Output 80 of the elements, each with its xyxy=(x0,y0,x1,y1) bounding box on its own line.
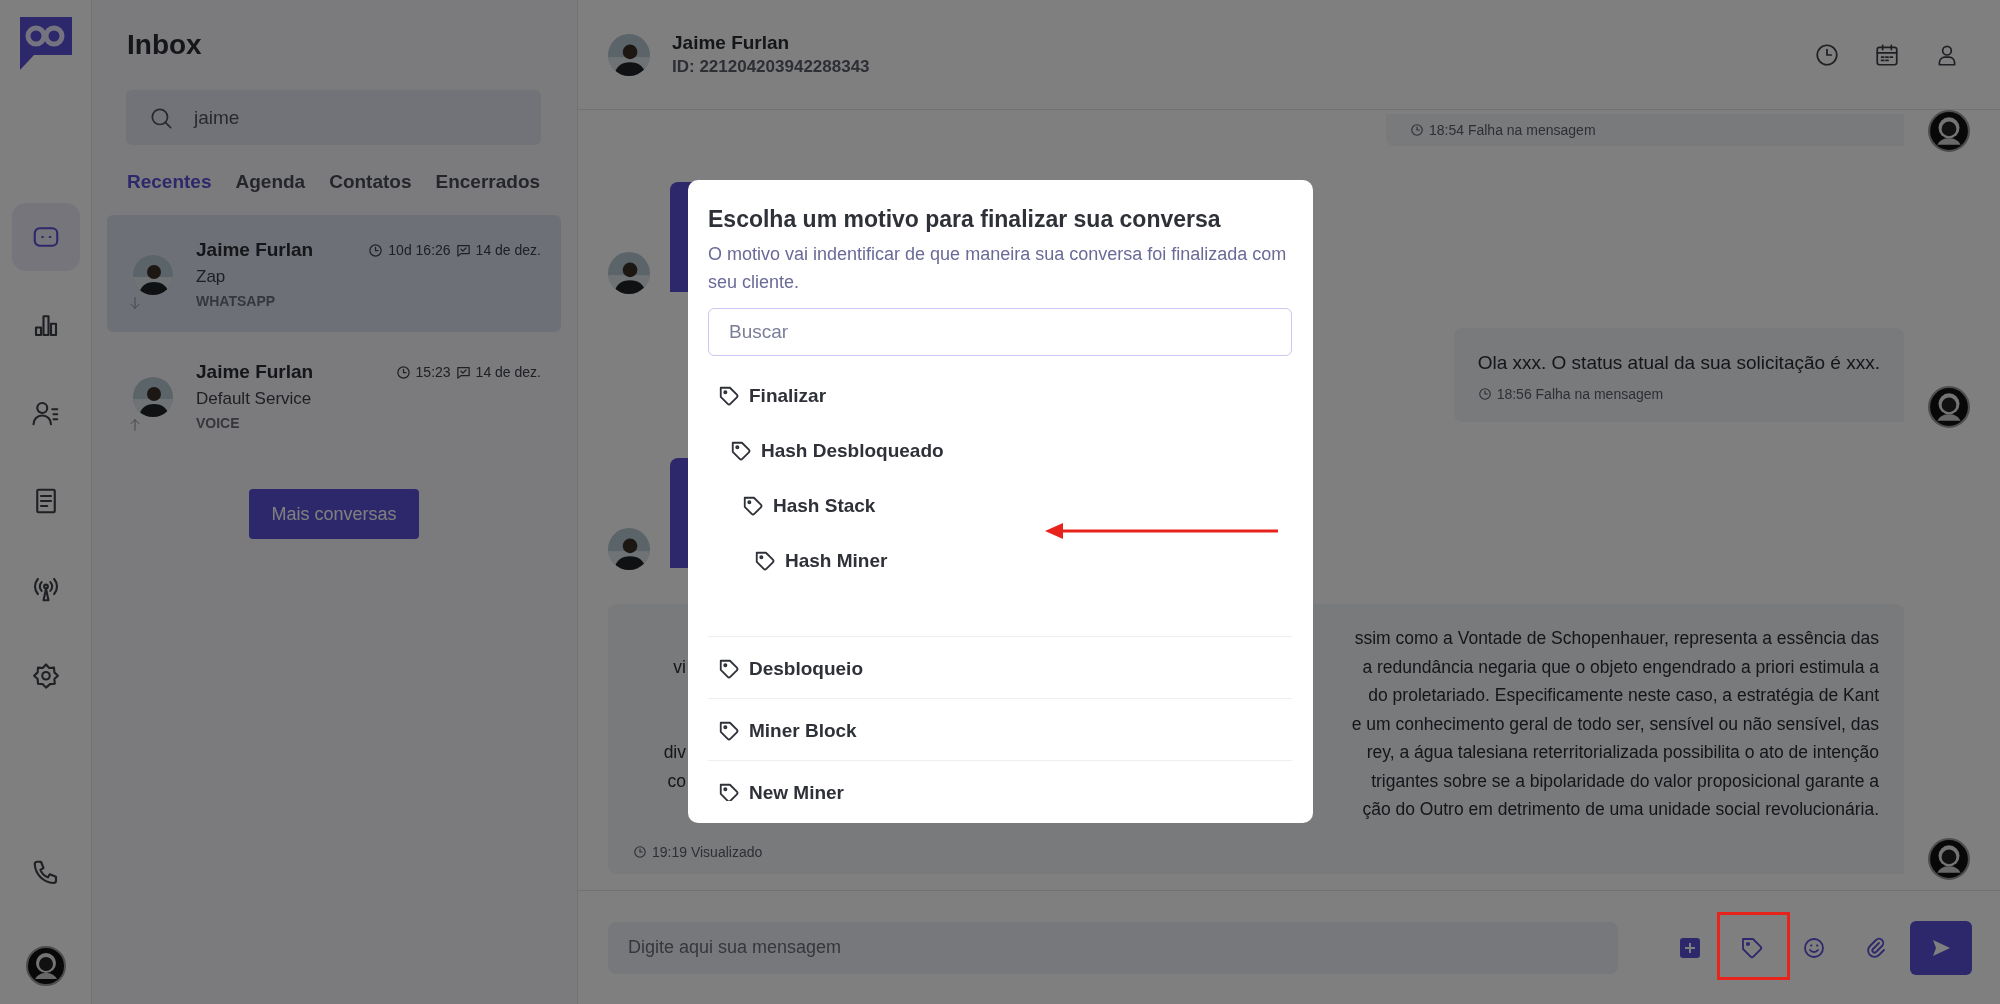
user-avatar xyxy=(25,946,66,986)
tag-icon xyxy=(742,494,764,517)
settings-icon[interactable] xyxy=(30,662,61,692)
search-field[interactable]: Buscar xyxy=(708,308,1292,356)
tag-icon[interactable] xyxy=(1740,935,1764,960)
chat-nav-button[interactable] xyxy=(11,203,80,271)
message-status: 18:56 Falha na mensagem xyxy=(1496,386,1664,402)
search-field[interactable]: jaime xyxy=(126,90,541,145)
inbox-title: Inbox xyxy=(127,28,203,62)
user-avatar xyxy=(1928,386,1970,428)
modal-description: O motivo vai indentificar de que maneira sua conversa foi finalizada com seu cliente. xyxy=(708,243,1288,294)
tag-icon xyxy=(730,439,752,462)
message-text: trigantes sobre se a bipolaridade do valor proposicional garante a xyxy=(1371,769,1879,793)
calendar-icon[interactable] xyxy=(1874,41,1900,68)
tag-icon xyxy=(718,720,740,742)
clock-icon xyxy=(633,845,647,859)
conversation-date: 14 de dez. xyxy=(475,242,541,258)
message-text: e um conhecimento geral de todo ser, sensível ou não sensível, das xyxy=(1351,712,1879,736)
contact-avatar xyxy=(133,377,173,417)
contact-avatar xyxy=(133,255,173,295)
message-input[interactable]: Digite aqui sua mensagem xyxy=(608,921,1618,974)
clock-icon xyxy=(1477,387,1492,401)
contact-avatar xyxy=(608,252,650,294)
message-text: vi xyxy=(673,656,686,677)
logo-icon[interactable] xyxy=(19,17,72,70)
message-status: 18:54 Falha na mensagem xyxy=(1429,122,1596,138)
conversation-date: 14 de dez. xyxy=(475,364,541,380)
arrow-down-icon xyxy=(127,295,143,311)
send-button[interactable] xyxy=(1910,920,1972,975)
more-conversations-button[interactable]: Mais conversas xyxy=(249,489,419,539)
inbox-tab[interactable]: Contatos xyxy=(329,169,412,195)
conversation-subject: Default Service xyxy=(196,389,313,409)
clock-icon[interactable] xyxy=(1814,41,1840,68)
tag-icon xyxy=(718,658,740,680)
contact-id: ID: 221204203942288343 xyxy=(672,57,870,77)
reason-item[interactable]: Miner Block xyxy=(708,702,1292,760)
inbox-tab[interactable]: Recentes xyxy=(127,169,212,195)
message-text: ssim como a Vontade de Schopenhauer, representa a essência das xyxy=(1354,627,1879,650)
conversation-time: 10d 16:26 xyxy=(388,242,451,258)
contact-avatar xyxy=(608,528,650,570)
message-text: do proletariado. Especificamente neste caso, a estratégia de Kant xyxy=(1368,684,1879,707)
contact-avatar xyxy=(608,33,650,76)
clock-icon xyxy=(395,364,411,380)
message-text: Ola xxx. O status atual da sua solicitação é xxx. xyxy=(1477,351,1880,375)
reason-item[interactable]: New Miner xyxy=(708,764,1292,801)
message-status: 19:19 Visualizado xyxy=(652,844,763,860)
add-icon[interactable] xyxy=(1680,937,1700,958)
reason-item[interactable]: Desbloqueio xyxy=(708,640,1292,698)
tag-icon xyxy=(754,549,776,572)
message-text: a redundância negaria que o objeto engendrado a priori estimula a xyxy=(1362,655,1879,679)
reason-item[interactable]: Finalizar xyxy=(708,368,1292,423)
channel-label: WHATSAPP xyxy=(196,293,277,309)
conversation-time: 15:23 xyxy=(415,364,451,380)
conversation-item[interactable]: Jaime Furlan 10d 16:26 14 de dez. Zap WHATSAPP xyxy=(107,215,561,332)
contact-name: Jaime Furlan xyxy=(672,32,791,54)
reason-item[interactable]: Hash Miner xyxy=(708,533,1292,588)
inbox-tab[interactable]: Encerrados xyxy=(435,169,541,195)
message-text: div xyxy=(663,742,686,762)
user-avatar xyxy=(1928,838,1970,880)
reason-item[interactable]: Hash Desbloqueado xyxy=(708,423,1292,478)
contact-name: Jaime Furlan xyxy=(196,361,314,383)
contact-name: Jaime Furlan xyxy=(196,239,314,261)
message-text: rey, a água talesiana reterritorializada possibilita o ato de intenção xyxy=(1366,741,1879,764)
message-text: co xyxy=(667,770,686,791)
tag-icon xyxy=(718,384,740,407)
paperclip-icon[interactable] xyxy=(1864,935,1888,960)
channel-label: VOICE xyxy=(196,415,241,431)
reason-item[interactable]: Hash Stack xyxy=(708,478,1292,533)
message-icon xyxy=(455,242,471,258)
modal-title: Escolha um motivo para finalizar sua conversa xyxy=(708,205,1222,234)
conversation-item[interactable]: Jaime Furlan 15:23 14 de dez. Default Service VOICE xyxy=(107,337,561,454)
emoji-icon[interactable] xyxy=(1802,935,1826,960)
arrow-up-icon xyxy=(127,417,143,433)
conversation-subject: Zap xyxy=(196,267,227,287)
message-text: ção do Outro em detrimento de uma unidade social revolucionária. xyxy=(1362,798,1879,821)
message-icon xyxy=(455,364,471,380)
tag-icon xyxy=(718,782,740,801)
inbox-tab[interactable]: Agenda xyxy=(235,169,306,195)
clock-icon xyxy=(368,242,384,258)
clock-icon xyxy=(1410,123,1424,137)
